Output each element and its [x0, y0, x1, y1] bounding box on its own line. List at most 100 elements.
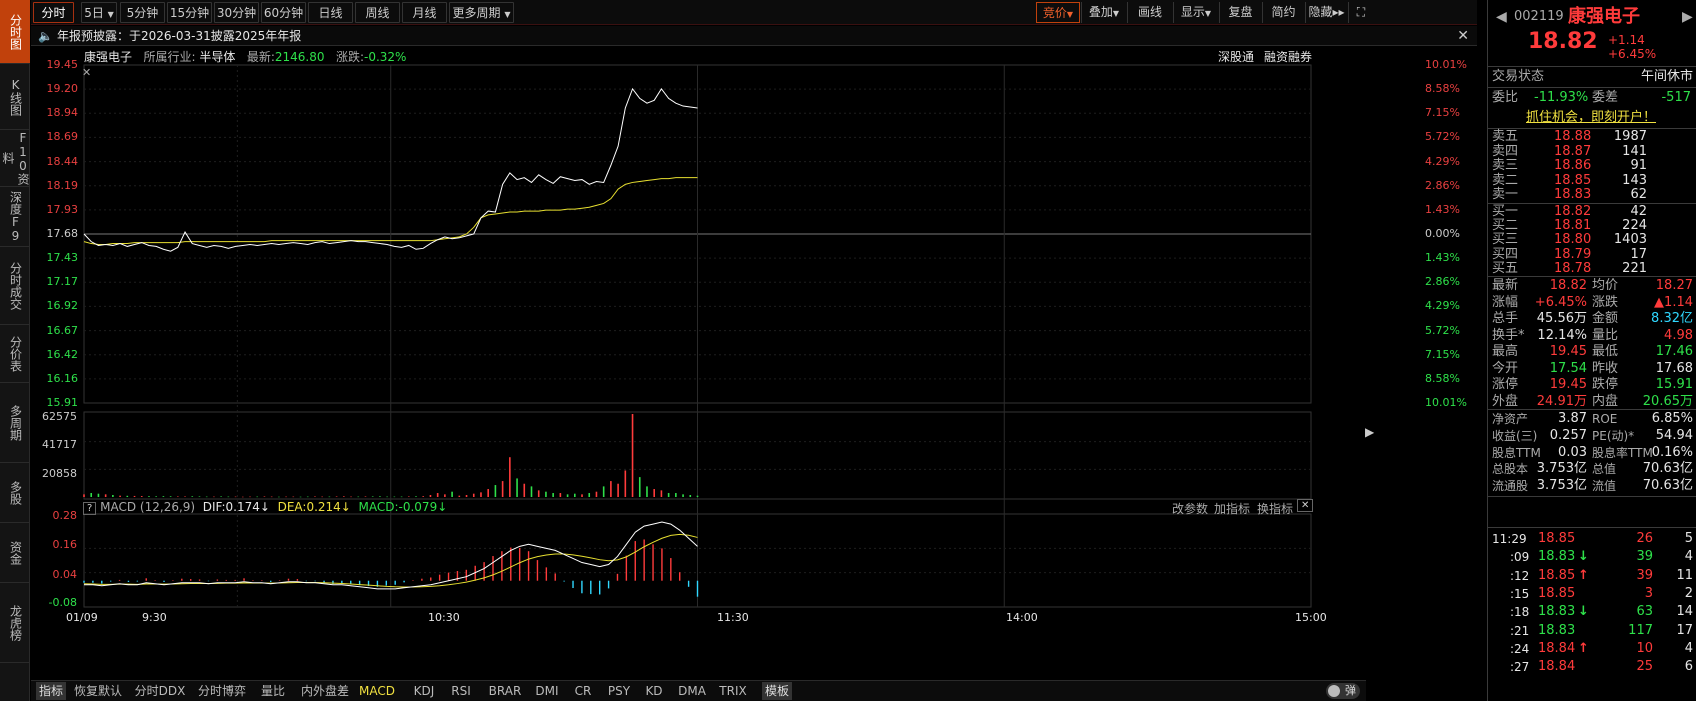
volume-bar: [458, 495, 461, 497]
orderbook-row[interactable]: 卖一 18.83 62: [1488, 188, 1696, 202]
indicator-tab[interactable]: 内外盘差: [299, 682, 351, 700]
macd-bar: [465, 569, 468, 581]
macd-bar: [287, 578, 290, 581]
stat-value: 17.54: [1549, 360, 1587, 376]
indicator-tab[interactable]: PSY: [604, 682, 634, 700]
orderbook-row[interactable]: 买一 18.82 42: [1488, 205, 1696, 219]
macd-axis-2: 0.16: [52, 538, 78, 551]
macd-bar: [403, 580, 405, 583]
orderbook-row[interactable]: 卖四 18.87 141: [1488, 143, 1696, 159]
fund-value: 0.03: [1558, 444, 1587, 460]
orderbook-row[interactable]: 卖二 18.85 143: [1488, 172, 1696, 188]
indicator-tab[interactable]: 分时博弈: [196, 682, 248, 700]
macd-bar: [412, 580, 414, 581]
macd-close-icon[interactable]: ✕: [1297, 499, 1314, 512]
macd-bar: [545, 567, 548, 581]
prev-stock-icon[interactable]: ◀: [1496, 6, 1507, 28]
volume-bar: [278, 496, 280, 498]
volume-bar: [234, 496, 237, 498]
macd-bar: [198, 579, 201, 581]
stat-value: ▲1.14: [1654, 294, 1693, 310]
pct-axis-label: 8.58%: [1425, 371, 1460, 385]
orderbook-price: 18.83: [1554, 187, 1592, 203]
add-indicator-button[interactable]: 加指标: [1214, 500, 1250, 517]
switch-indicator-button[interactable]: 换指标: [1257, 500, 1293, 517]
chart-close-icon[interactable]: ✕: [82, 66, 91, 79]
orderbook-row[interactable]: 买四 18.79 17: [1488, 246, 1696, 262]
orderbook-volume: 17: [1630, 246, 1647, 262]
indicator-tab[interactable]: DMI: [533, 682, 561, 700]
stat-label: 最高: [1492, 344, 1519, 359]
fund-value: 3.87: [1558, 411, 1587, 426]
fund-label: 总股本: [1492, 462, 1529, 477]
macd-bar: [598, 580, 601, 595]
volume-bar: [545, 491, 547, 497]
indicator-tab[interactable]: 分时DDX: [134, 682, 186, 700]
volume-bar: [444, 494, 446, 497]
orderbook-label: 卖四: [1492, 143, 1519, 159]
stat-label: 金额: [1592, 311, 1619, 326]
price-axis-label: 16.92: [46, 299, 79, 313]
macd-bar: [118, 579, 121, 581]
edit-params-button[interactable]: 改参数: [1172, 500, 1208, 517]
stat-value: 15.91: [1655, 377, 1693, 392]
orderbook-price: 18.85: [1554, 172, 1592, 188]
orderbook-row[interactable]: 买三 18.80 1403: [1488, 233, 1696, 247]
volume-bar: [256, 496, 259, 498]
volume-bar: [343, 496, 345, 497]
macd-bar: [243, 578, 245, 581]
time-label-1130: 11:30: [717, 611, 749, 624]
orderbook-row[interactable]: 买二 18.81 224: [1488, 219, 1696, 233]
indicator-tab[interactable]: KDJ: [409, 682, 439, 700]
trade-tick-row: :18 18.83 ↓ 63 14: [1488, 603, 1696, 621]
volume-bar: [696, 495, 699, 497]
indicator-tab[interactable]: 恢复默认: [72, 682, 124, 700]
macd-bar: [154, 580, 156, 581]
indicator-tab[interactable]: DMA: [677, 682, 707, 700]
orderbook-row[interactable]: 买五 18.78 221: [1488, 261, 1696, 276]
indicator-tab[interactable]: 模板: [762, 682, 792, 700]
popup-toggle[interactable]: 弹: [1326, 683, 1360, 699]
indicator-tab[interactable]: KD: [643, 682, 665, 700]
stat-label: 均价: [1592, 278, 1619, 293]
tick-time: 11:29: [1492, 532, 1527, 546]
orderbook-price: 18.88: [1554, 129, 1592, 144]
macd-bar: [305, 580, 307, 582]
fund-label: 收益(三): [1492, 428, 1538, 443]
tick-volume: 39: [1636, 549, 1653, 565]
volume-bar: [321, 496, 323, 498]
price-axis-label: 17.43: [46, 251, 79, 265]
stat-label: 总手: [1492, 311, 1519, 326]
volume-bar: [379, 496, 381, 497]
stock-name: 康强电子: [1568, 6, 1640, 27]
macd-bar: [216, 579, 219, 581]
pct-axis-label: 5.72%: [1425, 130, 1460, 144]
next-stock-icon[interactable]: ▶: [1682, 6, 1693, 28]
orderbook-row[interactable]: 卖三 18.86 91: [1488, 159, 1696, 173]
indicator-tab[interactable]: MACD: [359, 682, 395, 700]
tick-count: 6: [1684, 659, 1693, 675]
help-icon[interactable]: ?: [83, 502, 97, 515]
orderbook-label: 买四: [1492, 246, 1519, 262]
stat-row: 涨停 19.45 跌停 15.91: [1488, 377, 1696, 393]
indicator-tab[interactable]: RSI: [448, 682, 474, 700]
volume-bar: [660, 490, 663, 497]
macd-bar: [430, 577, 432, 581]
indicator-tab[interactable]: CR: [570, 682, 596, 700]
stat-value: 8.32亿: [1651, 311, 1693, 326]
stat-label: 今开: [1492, 360, 1519, 376]
collapse-panel-icon[interactable]: ▶: [1365, 425, 1374, 439]
indicator-tab[interactable]: TRIX: [717, 682, 749, 700]
open-account-link[interactable]: 抓住机会，即刻开户！: [1526, 109, 1656, 127]
macd-bar: [447, 572, 450, 581]
volume-bar: [523, 483, 526, 497]
indicator-tab[interactable]: 指标: [36, 682, 66, 700]
indicator-tab[interactable]: 量比: [258, 682, 288, 700]
orderbook-price: 18.79: [1554, 246, 1592, 262]
indicator-tab[interactable]: BRAR: [485, 682, 525, 700]
fund-value: 6.85%: [1651, 411, 1693, 426]
macd-bar: [252, 580, 254, 581]
orderbook-row[interactable]: 卖五 18.88 1987: [1488, 130, 1696, 144]
trade-tick-row: :09 18.83 ↓ 39 4: [1488, 548, 1696, 566]
macd-bar: [278, 580, 281, 581]
